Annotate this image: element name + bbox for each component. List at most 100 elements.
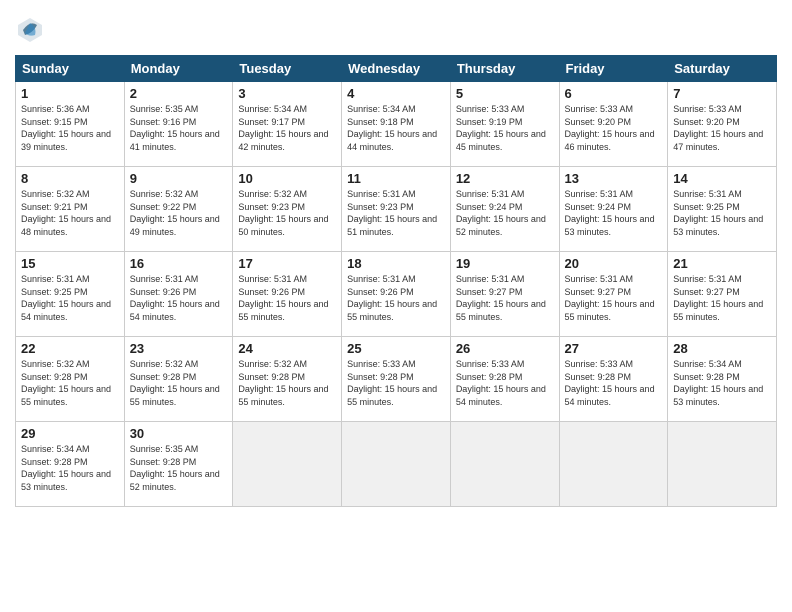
day-info: Sunrise: 5:36 AMSunset: 9:15 PMDaylight:… (21, 103, 119, 153)
calendar-cell: 2Sunrise: 5:35 AMSunset: 9:16 PMDaylight… (124, 82, 233, 167)
day-info: Sunrise: 5:31 AMSunset: 9:27 PMDaylight:… (456, 273, 554, 323)
day-info: Sunrise: 5:33 AMSunset: 9:28 PMDaylight:… (456, 358, 554, 408)
day-info: Sunrise: 5:33 AMSunset: 9:28 PMDaylight:… (347, 358, 445, 408)
day-info: Sunrise: 5:31 AMSunset: 9:24 PMDaylight:… (565, 188, 663, 238)
day-number: 28 (673, 341, 771, 356)
day-info: Sunrise: 5:32 AMSunset: 9:22 PMDaylight:… (130, 188, 228, 238)
day-number: 24 (238, 341, 336, 356)
calendar-cell: 6 Sunrise: 5:33 AMSunset: 9:20 PMDaylight… (559, 82, 668, 167)
day-number: 19 (456, 256, 554, 271)
day-number: 15 (21, 256, 119, 271)
weekday-header-wednesday: Wednesday (342, 56, 451, 82)
day-number: 22 (21, 341, 119, 356)
calendar-cell: 25 Sunrise: 5:33 AMSunset: 9:28 PMDayligh… (342, 337, 451, 422)
day-number: 8 (21, 171, 119, 186)
day-number: 14 (673, 171, 771, 186)
day-info: Sunrise: 5:34 AMSunset: 9:28 PMDaylight:… (673, 358, 771, 408)
calendar-cell: 23 Sunrise: 5:32 AMSunset: 9:28 PMDayligh… (124, 337, 233, 422)
calendar-cell: 3 Sunrise: 5:34 AMSunset: 9:17 PMDaylight… (233, 82, 342, 167)
day-number: 6 (565, 86, 663, 101)
day-info: Sunrise: 5:32 AMSunset: 9:28 PMDaylight:… (21, 358, 119, 408)
calendar-cell (342, 422, 451, 507)
day-number: 27 (565, 341, 663, 356)
day-number: 21 (673, 256, 771, 271)
day-info: Sunrise: 5:33 AMSunset: 9:19 PMDaylight:… (456, 103, 554, 153)
day-number: 20 (565, 256, 663, 271)
calendar-cell: 18 Sunrise: 5:31 AMSunset: 9:26 PMDayligh… (342, 252, 451, 337)
calendar-table: SundayMondayTuesdayWednesdayThursdayFrid… (15, 55, 777, 507)
calendar-week-row: 22 Sunrise: 5:32 AMSunset: 9:28 PMDayligh… (16, 337, 777, 422)
calendar-cell: 1 Sunrise: 5:36 AMSunset: 9:15 PMDaylight… (16, 82, 125, 167)
calendar-cell: 11 Sunrise: 5:31 AMSunset: 9:23 PMDayligh… (342, 167, 451, 252)
day-info: Sunrise: 5:32 AMSunset: 9:28 PMDaylight:… (130, 358, 228, 408)
day-info: Sunrise: 5:31 AMSunset: 9:27 PMDaylight:… (673, 273, 771, 323)
day-info: Sunrise: 5:31 AMSunset: 9:26 PMDaylight:… (238, 273, 336, 323)
calendar-cell: 21 Sunrise: 5:31 AMSunset: 9:27 PMDayligh… (668, 252, 777, 337)
day-info: Sunrise: 5:34 AMSunset: 9:28 PMDaylight:… (21, 443, 119, 493)
day-info: Sunrise: 5:31 AMSunset: 9:25 PMDaylight:… (673, 188, 771, 238)
day-info: Sunrise: 5:31 AMSunset: 9:24 PMDaylight:… (456, 188, 554, 238)
calendar-cell: 5 Sunrise: 5:33 AMSunset: 9:19 PMDaylight… (450, 82, 559, 167)
calendar-week-row: 1 Sunrise: 5:36 AMSunset: 9:15 PMDaylight… (16, 82, 777, 167)
calendar-cell: 15 Sunrise: 5:31 AMSunset: 9:25 PMDayligh… (16, 252, 125, 337)
day-number: 9 (130, 171, 228, 186)
day-number: 12 (456, 171, 554, 186)
day-info: Sunrise: 5:32 AMSunset: 9:23 PMDaylight:… (238, 188, 336, 238)
weekday-header-monday: Monday (124, 56, 233, 82)
day-number: 29 (21, 426, 119, 441)
calendar-week-row: 8Sunrise: 5:32 AMSunset: 9:21 PMDaylight… (16, 167, 777, 252)
weekday-header-thursday: Thursday (450, 56, 559, 82)
calendar-cell: 4Sunrise: 5:34 AMSunset: 9:18 PMDaylight… (342, 82, 451, 167)
day-info: Sunrise: 5:31 AMSunset: 9:26 PMDaylight:… (130, 273, 228, 323)
day-number: 3 (238, 86, 336, 101)
calendar-cell: 8Sunrise: 5:32 AMSunset: 9:21 PMDaylight… (16, 167, 125, 252)
calendar-cell: 30Sunrise: 5:35 AMSunset: 9:28 PMDayligh… (124, 422, 233, 507)
calendar-cell (450, 422, 559, 507)
calendar-week-row: 15 Sunrise: 5:31 AMSunset: 9:25 PMDayligh… (16, 252, 777, 337)
day-info: Sunrise: 5:33 AMSunset: 9:20 PMDaylight:… (565, 103, 663, 153)
calendar-cell: 7 Sunrise: 5:33 AMSunset: 9:20 PMDaylight… (668, 82, 777, 167)
day-info: Sunrise: 5:33 AMSunset: 9:20 PMDaylight:… (673, 103, 771, 153)
calendar-cell (559, 422, 668, 507)
day-info: Sunrise: 5:34 AMSunset: 9:17 PMDaylight:… (238, 103, 336, 153)
calendar-cell (233, 422, 342, 507)
day-number: 5 (456, 86, 554, 101)
day-number: 11 (347, 171, 445, 186)
day-number: 30 (130, 426, 228, 441)
weekday-header-sunday: Sunday (16, 56, 125, 82)
day-number: 1 (21, 86, 119, 101)
header (15, 15, 777, 45)
calendar-cell (668, 422, 777, 507)
calendar-cell: 12 Sunrise: 5:31 AMSunset: 9:24 PMDayligh… (450, 167, 559, 252)
day-number: 2 (130, 86, 228, 101)
calendar-cell: 28 Sunrise: 5:34 AMSunset: 9:28 PMDayligh… (668, 337, 777, 422)
weekday-header-row: SundayMondayTuesdayWednesdayThursdayFrid… (16, 56, 777, 82)
weekday-header-saturday: Saturday (668, 56, 777, 82)
weekday-header-friday: Friday (559, 56, 668, 82)
day-info: Sunrise: 5:33 AMSunset: 9:28 PMDaylight:… (565, 358, 663, 408)
day-number: 7 (673, 86, 771, 101)
day-number: 17 (238, 256, 336, 271)
day-info: Sunrise: 5:31 AMSunset: 9:26 PMDaylight:… (347, 273, 445, 323)
day-number: 23 (130, 341, 228, 356)
day-number: 18 (347, 256, 445, 271)
day-number: 26 (456, 341, 554, 356)
day-number: 25 (347, 341, 445, 356)
calendar-cell: 14 Sunrise: 5:31 AMSunset: 9:25 PMDayligh… (668, 167, 777, 252)
weekday-header-tuesday: Tuesday (233, 56, 342, 82)
calendar-cell: 29 Sunrise: 5:34 AMSunset: 9:28 PMDayligh… (16, 422, 125, 507)
day-info: Sunrise: 5:31 AMSunset: 9:23 PMDaylight:… (347, 188, 445, 238)
calendar-cell: 16Sunrise: 5:31 AMSunset: 9:26 PMDayligh… (124, 252, 233, 337)
calendar-cell: 26 Sunrise: 5:33 AMSunset: 9:28 PMDayligh… (450, 337, 559, 422)
calendar-cell: 13 Sunrise: 5:31 AMSunset: 9:24 PMDayligh… (559, 167, 668, 252)
calendar-cell: 20 Sunrise: 5:31 AMSunset: 9:27 PMDayligh… (559, 252, 668, 337)
logo-icon (15, 15, 45, 45)
calendar-cell: 9 Sunrise: 5:32 AMSunset: 9:22 PMDaylight… (124, 167, 233, 252)
calendar-cell: 19 Sunrise: 5:31 AMSunset: 9:27 PMDayligh… (450, 252, 559, 337)
calendar-cell: 22 Sunrise: 5:32 AMSunset: 9:28 PMDayligh… (16, 337, 125, 422)
day-info: Sunrise: 5:31 AMSunset: 9:27 PMDaylight:… (565, 273, 663, 323)
day-info: Sunrise: 5:31 AMSunset: 9:25 PMDaylight:… (21, 273, 119, 323)
calendar-cell: 17 Sunrise: 5:31 AMSunset: 9:26 PMDayligh… (233, 252, 342, 337)
day-number: 13 (565, 171, 663, 186)
calendar-week-row: 29 Sunrise: 5:34 AMSunset: 9:28 PMDayligh… (16, 422, 777, 507)
